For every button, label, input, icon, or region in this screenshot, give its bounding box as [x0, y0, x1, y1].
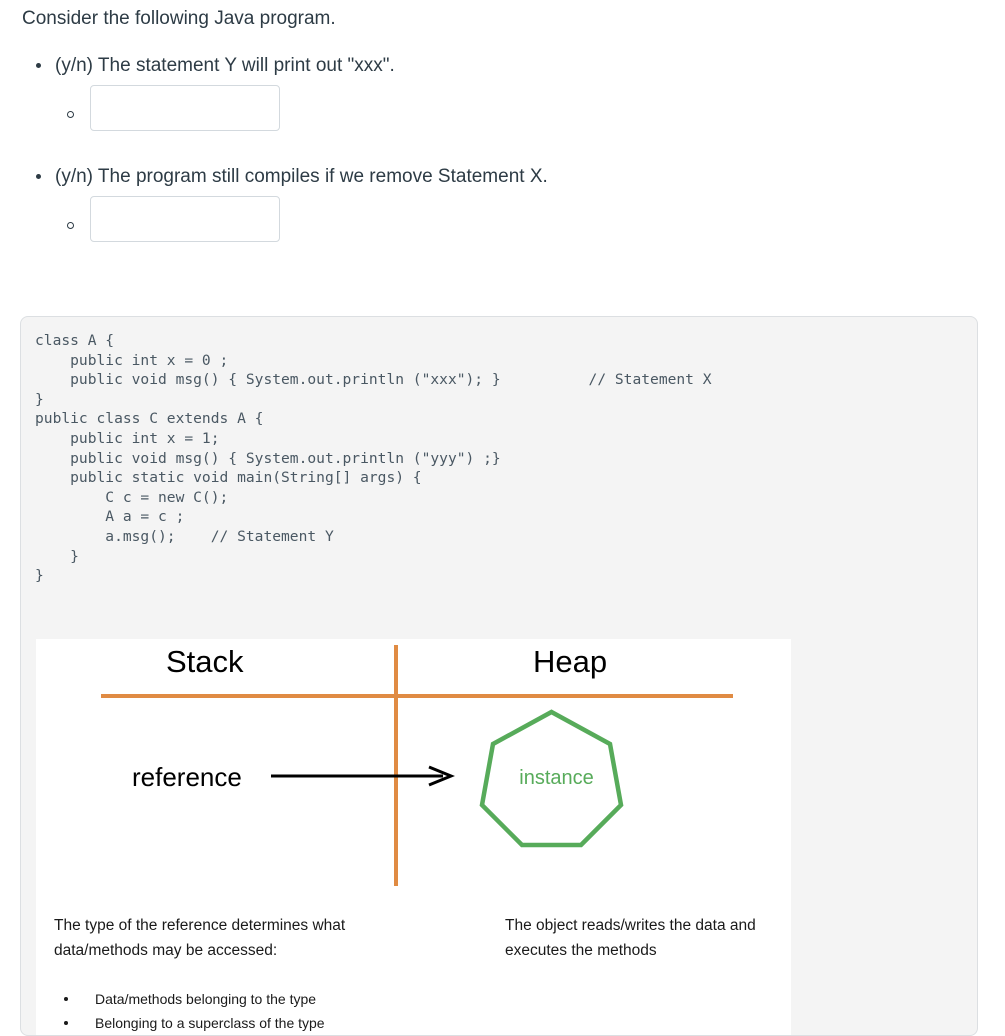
bullet-icon — [64, 1021, 68, 1025]
answer-row-1 — [22, 85, 922, 142]
diagram-reference-label: reference — [132, 762, 242, 792]
diagram-stack-title: Stack — [166, 644, 244, 679]
question-list: (y/n) The statement Y will print out "xx… — [22, 52, 922, 261]
diagram-note-left: The type of the reference determines wha… — [54, 917, 346, 959]
note-bullet-item: Belonging to a superclass of the type — [54, 1011, 454, 1035]
bullet-icon — [36, 63, 41, 68]
answer-input-2[interactable] — [90, 196, 280, 242]
question-text-2: (y/n) The program still compiles if we r… — [55, 166, 548, 187]
diagram-note-right: The object reads/writes the data and exe… — [505, 917, 756, 959]
note-bullet-text: Belonging to a superclass of the type — [95, 1015, 325, 1031]
diagram-note-bullets: Data/methods belonging to the type Belon… — [54, 987, 454, 1035]
question-item-1: (y/n) The statement Y will print out "xx… — [22, 52, 922, 142]
page-intro-text: Consider the following Java program. — [22, 8, 336, 29]
question-text-1: (y/n) The statement Y will print out "xx… — [55, 55, 395, 76]
reference-arrow-icon — [271, 764, 461, 793]
code-and-hints-card: class A { public int x = 0 ; public void… — [20, 316, 978, 1036]
java-code-block: class A { public int x = 0 ; public void… — [35, 332, 712, 585]
stack-heap-diagram: Stack Heap reference instance The type o… — [36, 639, 791, 1035]
diagram-heap-title: Heap — [533, 644, 608, 679]
answer-input-1[interactable] — [90, 85, 280, 131]
diagram-horizontal-divider — [101, 694, 733, 698]
note-bullet-item: Data/methods belonging to the type — [54, 987, 454, 1011]
answer-row-2 — [22, 196, 922, 253]
note-bullet-text: Data/methods belonging to the type — [95, 991, 317, 1007]
bullet-icon — [36, 174, 41, 179]
bullet-icon — [64, 997, 68, 1001]
diagram-instance-label: instance — [519, 767, 594, 789]
question-item-2: (y/n) The program still compiles if we r… — [22, 163, 922, 253]
sub-bullet-icon — [67, 111, 74, 118]
sub-bullet-icon — [67, 222, 74, 229]
